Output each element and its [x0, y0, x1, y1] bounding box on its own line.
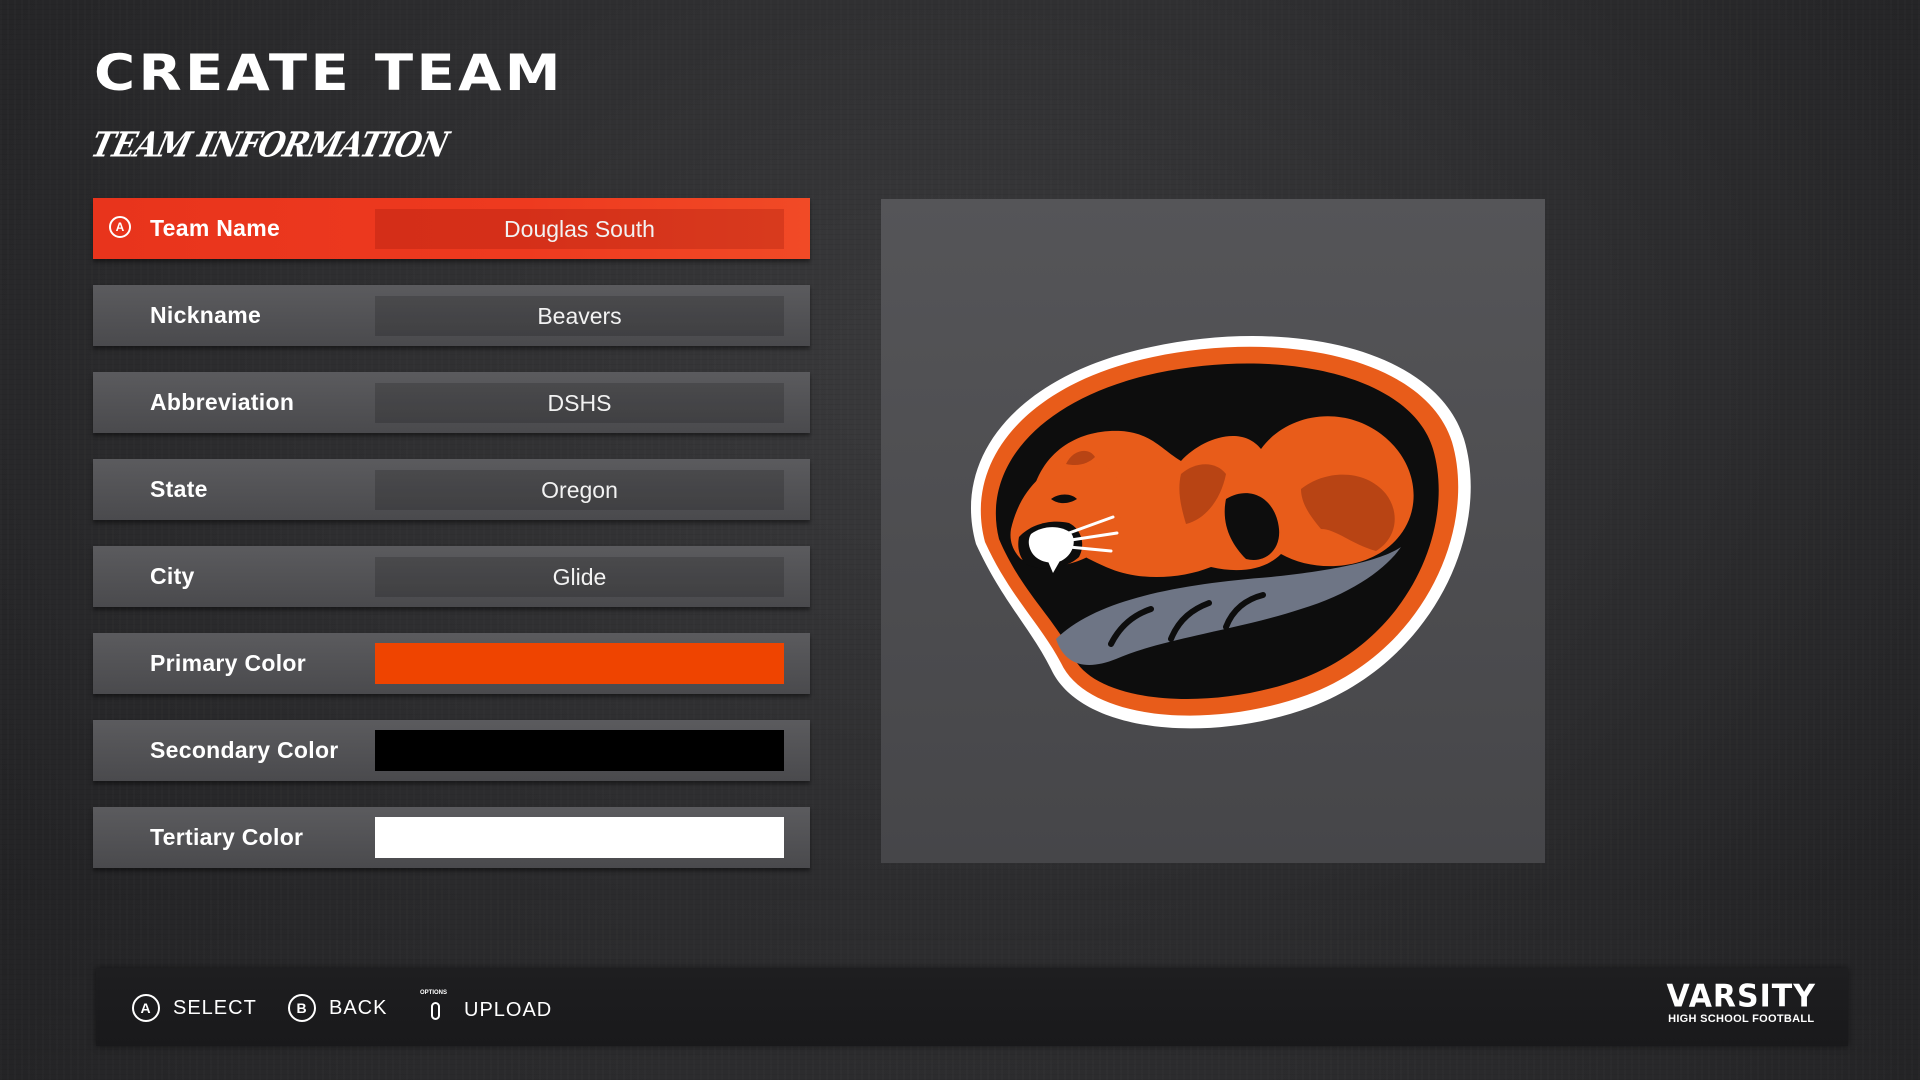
back-hint[interactable]: B BACK [288, 994, 387, 1022]
tertiary-color-row[interactable]: Tertiary Color [93, 807, 810, 868]
tertiary-color-label: Tertiary Color [150, 824, 304, 850]
city-row[interactable]: City Glide [93, 546, 810, 607]
upload-label: UPLOAD [464, 998, 553, 1021]
city-value[interactable]: Glide [375, 557, 784, 597]
primary-color-label: Primary Color [150, 650, 307, 676]
nickname-label: Nickname [150, 302, 262, 328]
footer-bar: A SELECT B BACK OPTIONS UPLOAD VARSITY H… [96, 968, 1848, 1046]
team-name-row[interactable]: A Team Name Douglas South [93, 198, 810, 259]
abbreviation-row[interactable]: Abbreviation DSHS [93, 372, 810, 433]
nickname-value[interactable]: Beavers [375, 296, 784, 336]
state-label: State [150, 476, 208, 502]
options-glyph-label: OPTIONS [420, 990, 448, 996]
a-button-icon: A [109, 216, 131, 238]
logo-preview-panel[interactable] [881, 199, 1545, 863]
select-label: SELECT [173, 996, 257, 1019]
upload-hint[interactable]: OPTIONS UPLOAD [420, 990, 553, 1026]
abbreviation-label: Abbreviation [150, 389, 295, 415]
secondary-color-swatch[interactable] [375, 730, 784, 771]
options-button-icon: OPTIONS [420, 990, 450, 1026]
primary-color-row[interactable]: Primary Color [93, 633, 810, 694]
secondary-color-row[interactable]: Secondary Color [93, 720, 810, 781]
abbreviation-value[interactable]: DSHS [375, 383, 784, 423]
state-value[interactable]: Oregon [375, 470, 784, 510]
b-button-icon: B [288, 994, 316, 1022]
primary-color-swatch[interactable] [375, 643, 784, 684]
section-title: TEAM INFORMATION [86, 125, 452, 166]
nickname-row[interactable]: Nickname Beavers [93, 285, 810, 346]
team-name-label: Team Name [150, 215, 281, 241]
team-name-value[interactable]: Douglas South [375, 209, 784, 249]
brand-main-text: VARSITY [1666, 978, 1816, 1015]
select-hint[interactable]: A SELECT [132, 994, 257, 1022]
page-title: CREATE TEAM [94, 44, 564, 102]
team-info-form: A Team Name Douglas South Nickname Beave… [93, 198, 810, 894]
tertiary-color-swatch[interactable] [375, 817, 784, 858]
a-button-icon: A [132, 994, 160, 1022]
state-row[interactable]: State Oregon [93, 459, 810, 520]
options-pill-shape [431, 1002, 440, 1020]
city-label: City [150, 563, 195, 589]
beaver-logo-icon [970, 336, 1471, 729]
secondary-color-label: Secondary Color [150, 737, 339, 763]
brand-sub-text: HIGH SCHOOL FOOTBALL [1668, 1013, 1815, 1025]
varsity-logo: VARSITY HIGH SCHOOL FOOTBALL [1666, 978, 1816, 1025]
back-label: BACK [329, 996, 388, 1019]
